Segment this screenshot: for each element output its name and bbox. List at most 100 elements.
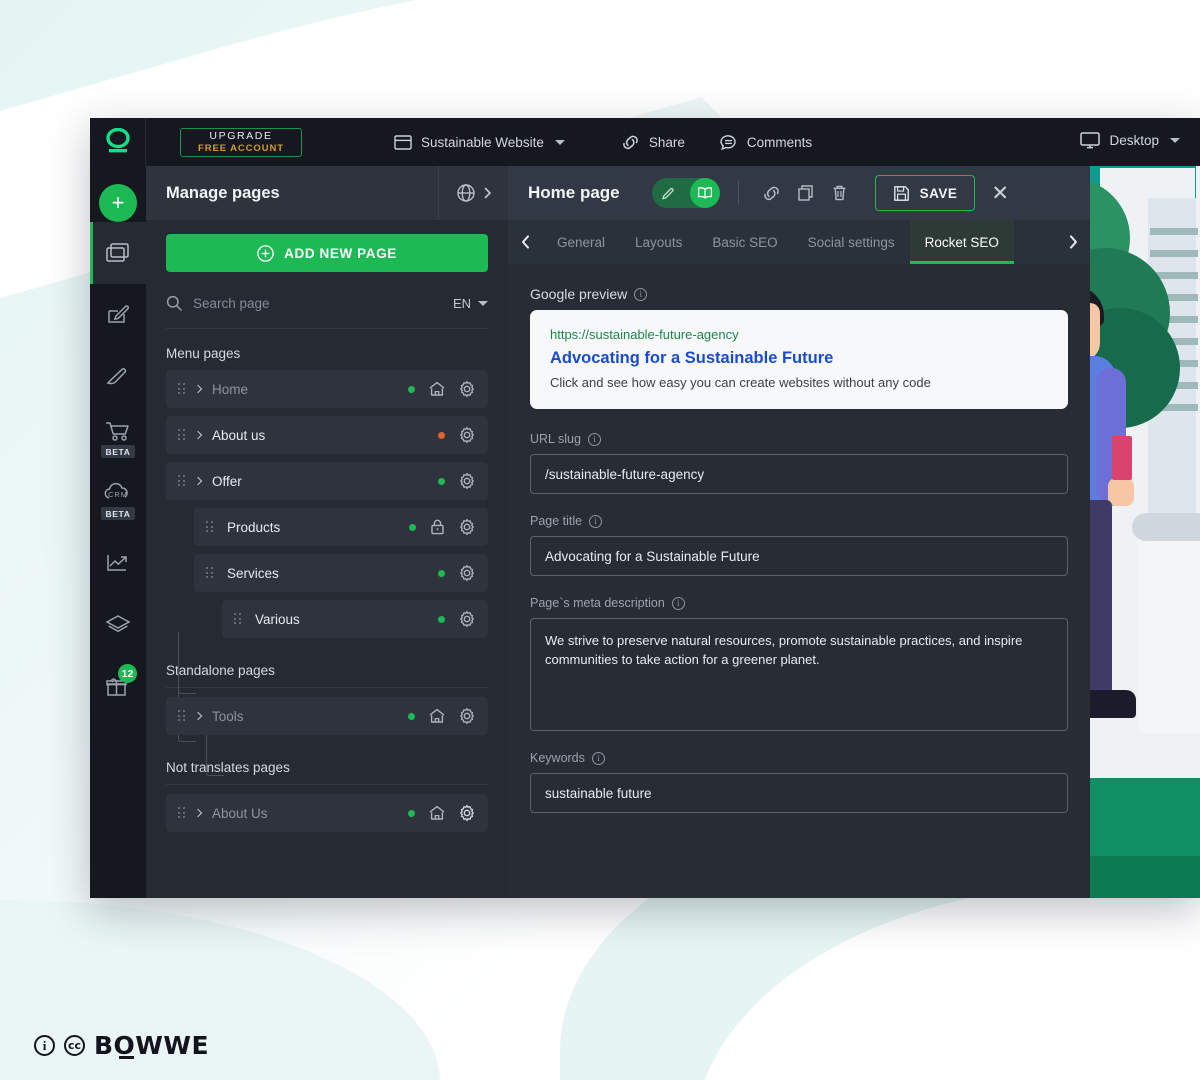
site-selector[interactable]: Sustainable Website xyxy=(394,135,565,150)
save-button[interactable]: SAVE xyxy=(874,175,976,211)
plus-circle-icon xyxy=(257,244,274,262)
comments-button[interactable]: Comments xyxy=(719,134,812,151)
info-icon[interactable]: i xyxy=(634,287,648,301)
rail-item-editor[interactable] xyxy=(90,284,146,346)
lock-icon[interactable] xyxy=(429,518,446,536)
paint-brush-icon xyxy=(106,368,127,385)
chevron-right-icon[interactable] xyxy=(193,711,203,721)
search-language-select[interactable]: EN xyxy=(453,296,488,311)
page-row-products[interactable]: Products xyxy=(194,508,488,546)
rail-item-design[interactable] xyxy=(90,346,146,408)
delete-page-button[interactable] xyxy=(823,176,857,210)
rail-item-ecommerce[interactable]: BETA xyxy=(90,408,146,470)
gear-icon[interactable] xyxy=(458,564,476,582)
rail-item-pages[interactable] xyxy=(90,222,146,284)
chevron-right-icon[interactable] xyxy=(193,384,203,394)
open-book-icon[interactable] xyxy=(689,178,720,208)
info-icon[interactable]: i xyxy=(671,596,685,610)
tab-social-settings[interactable]: Social settings xyxy=(793,220,910,264)
device-selector[interactable]: Desktop xyxy=(1080,132,1180,149)
page-row-about-us-untranslated[interactable]: About Us xyxy=(166,794,488,832)
language-switch-button[interactable] xyxy=(438,166,508,220)
keywords-label-row: Keywords i xyxy=(530,751,1068,765)
panel-divider xyxy=(166,784,488,785)
drag-handle-icon[interactable] xyxy=(206,521,214,533)
device-label: Desktop xyxy=(1109,133,1159,148)
tabs-next-button[interactable] xyxy=(1056,220,1090,264)
info-icon[interactable]: i xyxy=(587,432,601,446)
chevron-down-icon xyxy=(1170,138,1180,143)
share-button[interactable]: Share xyxy=(621,134,685,151)
gear-icon[interactable] xyxy=(458,518,476,536)
add-element-button[interactable]: + xyxy=(99,184,137,222)
search-page-row[interactable]: Search page EN xyxy=(166,284,488,322)
drag-handle-icon[interactable] xyxy=(178,807,186,819)
home-icon[interactable] xyxy=(428,707,446,725)
gear-icon[interactable] xyxy=(458,426,476,444)
drag-handle-icon[interactable] xyxy=(206,567,214,579)
edit-preview-toggle[interactable] xyxy=(651,178,720,208)
chevron-down-icon xyxy=(478,300,488,306)
page-row-about-us[interactable]: About us xyxy=(166,416,488,454)
tab-basic-seo[interactable]: Basic SEO xyxy=(697,220,792,264)
home-icon[interactable] xyxy=(428,380,446,398)
editor-header: Home page SAVE ✕ xyxy=(508,166,1090,220)
search-language-value: EN xyxy=(452,295,471,311)
gear-icon[interactable] xyxy=(458,472,476,490)
chevron-right-icon[interactable] xyxy=(193,476,203,486)
tab-rocket-seo[interactable]: Rocket SEO xyxy=(909,220,1015,264)
page-row-home[interactable]: Home xyxy=(166,370,488,408)
duplicate-page-button[interactable] xyxy=(789,176,823,210)
copy-link-button[interactable] xyxy=(755,176,789,210)
home-icon[interactable] xyxy=(428,804,446,822)
editor-form: Google preview i https://sustainable-fut… xyxy=(508,264,1090,813)
info-icon[interactable]: i xyxy=(591,751,605,765)
group-label-not-translates-pages: Not translates pages xyxy=(166,760,290,775)
page-name: Various xyxy=(255,611,300,627)
rail-item-layers[interactable] xyxy=(90,594,146,656)
tab-layouts[interactable]: Layouts xyxy=(620,220,697,264)
keywords-label: Keywords xyxy=(530,751,585,765)
app-topbar: UPGRADE FREE ACCOUNT Sustainable Website… xyxy=(90,118,1200,166)
comment-icon xyxy=(720,134,736,150)
gear-icon[interactable] xyxy=(458,707,476,725)
app-logo[interactable] xyxy=(90,118,146,166)
tab-general[interactable]: General xyxy=(542,220,620,264)
tabs-prev-button[interactable] xyxy=(508,220,542,264)
add-new-page-wrapper: ADD NEW PAGE xyxy=(146,220,508,282)
shopping-cart-icon xyxy=(106,422,129,441)
close-icon[interactable]: ✕ xyxy=(991,183,1009,204)
drag-handle-icon[interactable] xyxy=(178,475,186,487)
upgrade-badge[interactable]: UPGRADE FREE ACCOUNT xyxy=(180,127,302,157)
drag-handle-icon[interactable] xyxy=(178,429,186,441)
pencil-icon[interactable] xyxy=(652,178,686,208)
url-slug-input[interactable]: /sustainable-future-agency xyxy=(530,454,1068,494)
gear-icon[interactable] xyxy=(458,804,476,822)
add-new-page-button[interactable]: ADD NEW PAGE xyxy=(166,234,488,272)
pages-panel-header: Manage pages xyxy=(146,166,508,220)
gear-icon[interactable] xyxy=(458,380,476,398)
drag-handle-icon[interactable] xyxy=(178,710,186,722)
browser-window-icon xyxy=(394,134,412,150)
rail-item-rewards[interactable]: 12 xyxy=(90,656,146,718)
page-row-tools[interactable]: Tools xyxy=(166,697,488,735)
gear-icon[interactable] xyxy=(458,610,476,628)
info-icon[interactable]: i xyxy=(589,514,603,528)
page-title-input[interactable]: Advocating for a Sustainable Future xyxy=(530,536,1068,576)
drag-handle-icon[interactable] xyxy=(234,613,242,625)
settings-tabs: General Layouts Basic SEO Social setting… xyxy=(508,220,1090,264)
status-dot-green xyxy=(408,712,415,720)
chevron-right-icon[interactable] xyxy=(193,430,203,440)
search-input[interactable]: Search page xyxy=(193,296,442,311)
page-row-various[interactable]: Various xyxy=(222,600,488,638)
chevron-right-icon[interactable] xyxy=(193,808,203,818)
rail-item-analytics[interactable] xyxy=(90,532,146,594)
meta-description-textarea[interactable]: We strive to preserve natural resources,… xyxy=(530,618,1068,731)
keywords-input[interactable]: sustainable future xyxy=(530,773,1068,813)
drag-handle-icon[interactable] xyxy=(178,383,186,395)
page-name: Services xyxy=(227,565,279,581)
rail-item-crm[interactable]: CRM BETA xyxy=(90,470,146,532)
page-row-offer[interactable]: Offer xyxy=(166,462,488,500)
footer-watermark: i cc BOWWE xyxy=(34,1031,209,1060)
page-row-services[interactable]: Services xyxy=(194,554,488,592)
